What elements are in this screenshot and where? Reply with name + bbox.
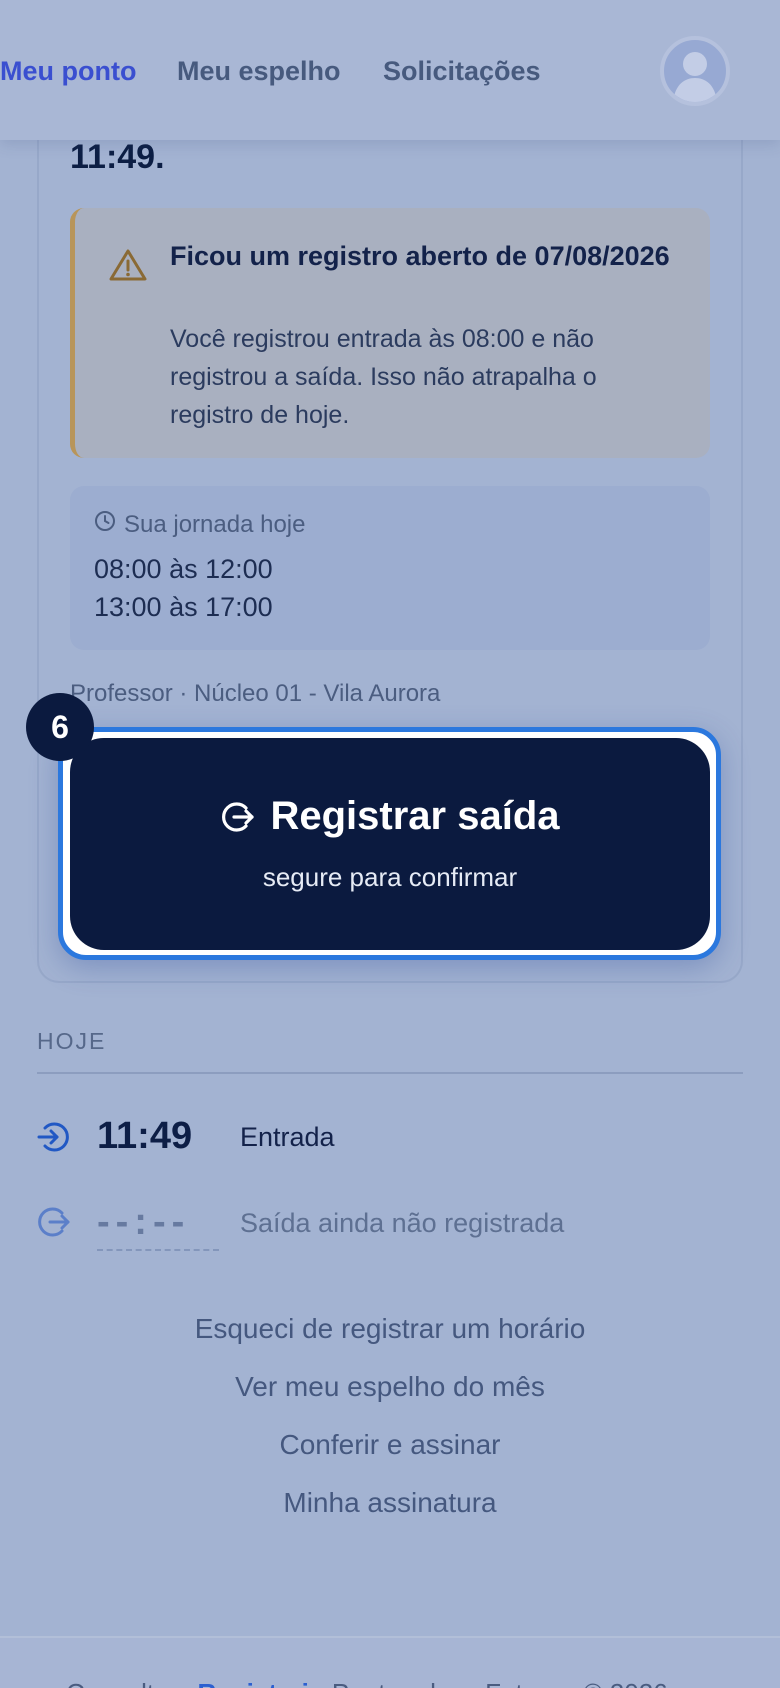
warning-triangle-icon <box>109 248 147 287</box>
open-record-alert: Ficou um registro aberto de 07/08/2026 V… <box>70 208 710 458</box>
entry-label: Entrada <box>240 1122 335 1152</box>
exit-time-underline <box>97 1249 219 1251</box>
step-badge: 6 <box>26 693 94 761</box>
link-my-signature[interactable]: Minha assinatura <box>0 1487 780 1519</box>
exit-arrow-icon <box>222 802 255 832</box>
tab-solicitacoes[interactable]: Solicitações <box>383 56 541 87</box>
section-today-label: HOJE <box>37 1028 107 1054</box>
exit-time-placeholder: --:-- <box>97 1201 191 1243</box>
status-time-fragment: 11:49. <box>70 138 165 176</box>
exit-arrow-icon <box>37 1205 71 1244</box>
register-exit-hint: segure para confirmar <box>262 862 518 892</box>
link-check-and-sign[interactable]: Conferir e assinar <box>0 1429 780 1461</box>
schedule-heading-label: Sua jornada hoje <box>124 510 306 538</box>
schedule-panel: Sua jornada hoje 08:00 às 12:00 13:00 às… <box>70 486 710 650</box>
register-exit-button[interactable]: Registrar saída segure para confirmar <box>70 738 710 950</box>
register-exit-main: Registrar saída <box>70 794 710 839</box>
entry-arrow-icon <box>37 1120 71 1159</box>
clock-icon <box>94 510 116 539</box>
user-avatar-icon[interactable] <box>660 36 730 106</box>
entry-time: 11:49 <box>97 1115 193 1157</box>
footer-link[interactable]: Registrei <box>198 1678 309 1688</box>
exit-label: Saída ainda não registrada <box>240 1208 565 1238</box>
alert-body: Você registrou entrada às 08:00 e não re… <box>170 325 597 429</box>
footer-prefix: Consulte o <box>66 1678 190 1688</box>
footer-text: Consulte o Registrei · Ponto educa Futur… <box>66 1678 668 1688</box>
section-divider <box>37 1072 743 1074</box>
register-exit-label: Registrar saída <box>270 794 560 838</box>
footer: Consulte o Registrei · Ponto educa Futur… <box>0 1636 780 1688</box>
footer-suffix: · Ponto educa Futura · © 2026 <box>316 1678 668 1688</box>
role-location: Professor · Núcleo 01 - Vila Aurora <box>70 680 441 707</box>
tab-meu-espelho[interactable]: Meu espelho <box>177 56 341 87</box>
tab-meu-ponto[interactable]: Meu ponto <box>0 56 136 87</box>
alert-title: Ficou um registro aberto de 07/08/2026 <box>170 241 670 271</box>
link-forgot-time[interactable]: Esqueci de registrar um horário <box>0 1313 780 1345</box>
link-monthly-mirror[interactable]: Ver meu espelho do mês <box>0 1371 780 1403</box>
top-navigation: Meu ponto Meu espelho Solicitações <box>0 0 780 140</box>
schedule-period: 13:00 às 17:00 <box>94 592 273 622</box>
schedule-heading: Sua jornada hoje <box>94 510 305 539</box>
person-silhouette-icon <box>673 52 717 102</box>
schedule-period: 08:00 às 12:00 <box>94 554 273 584</box>
